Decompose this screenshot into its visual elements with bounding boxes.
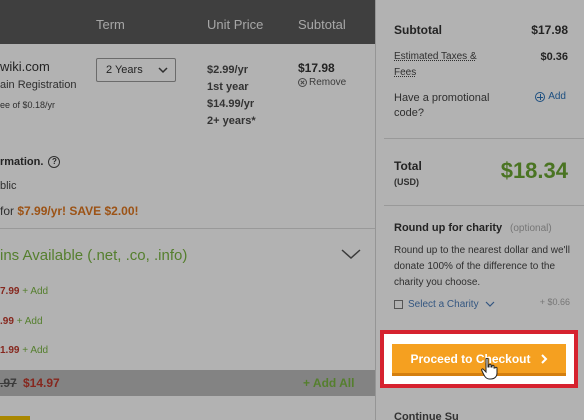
term-select[interactable]: 2 Years [96,58,176,82]
privacy-offer-promo: $7.99/yr! SAVE $2.00! [17,204,139,218]
privacy-offer-prefix: for [0,204,18,218]
alt-price: 7.99 [0,286,20,297]
list-item: 7.99 + Add [0,286,48,297]
charity-title: Round up for charity [394,222,503,234]
remove-icon [298,78,307,87]
next-section-label: Continue Su [394,411,459,420]
privacy-status: blic [0,180,17,192]
subtotal-header: Subtotal [298,17,346,32]
alt-price: 1.99 [0,345,20,356]
divider [0,228,375,229]
chevron-right-icon [540,353,547,364]
unit-price-line: 2+ years* [207,115,256,127]
unit-price-header: Unit Price [207,17,264,32]
cart-header: Term Unit Price Subtotal [0,0,375,44]
badge [0,416,30,420]
more-domains-title[interactable]: ins Available (.net, .co, .info) [0,247,187,264]
total-label: Total [394,159,422,173]
privacy-info: rmation. ? [0,156,61,168]
total-value: $18.34 [500,158,568,183]
unit-price-block: $2.99/yr 1st year $14.99/yr 2+ years* [207,62,287,130]
charity-description: Round up to the nearest dollar and we'll… [394,245,570,288]
privacy-offer: for $7.99/yr! SAVE $2.00! [0,204,139,218]
chevron-down-icon [485,301,495,307]
item-subtotal: $17.98 [298,61,335,75]
unit-price-line: 1st year [207,81,249,93]
divider [384,138,584,139]
hand-cursor-icon [481,358,498,380]
tax-label[interactable]: Estimated Taxes & Fees [394,49,498,81]
charity-select-label: Select a Charity [408,298,479,310]
remove-label: Remove [309,77,347,88]
term-header: Term [96,17,125,32]
total-currency: (USD) [394,177,419,187]
unit-price-line: $2.99/yr [207,64,248,76]
checkout-label: Proceed to Checkout [410,351,531,366]
alt-add-link[interactable]: + Add [22,286,48,297]
subtotal-value: $17.98 [531,23,568,37]
add-promo-label: Add [548,91,566,102]
cart-panel: Term Unit Price Subtotal wiki.com ain Re… [0,0,376,420]
charity-optional: (optional) [510,223,552,234]
tax-value: $0.36 [540,51,568,63]
sale-price: $14.97 [23,376,60,390]
privacy-label: rmation. [0,156,44,168]
alt-price: .99 [0,316,14,327]
unit-price-line: $14.99/yr [207,98,255,110]
chevron-down-icon[interactable] [340,246,362,262]
remove-link[interactable]: Remove [298,77,346,88]
domain-fee: ee of $0.18/yr [0,100,56,110]
charity-checkbox[interactable] [394,299,403,309]
add-all-button[interactable]: + Add All [303,376,354,390]
chevron-down-icon [158,67,168,74]
subtotal-label: Subtotal [394,23,442,37]
alt-add-link[interactable]: + Add [22,345,48,356]
help-icon[interactable]: ? [48,156,61,168]
alt-add-link[interactable]: + Add [17,316,43,327]
list-item: .99 + Add [0,316,43,327]
list-item: 1.99 + Add [0,345,48,356]
term-select-value: 2 Years [106,64,143,76]
divider [384,205,584,206]
domain-type: ain Registration [0,79,77,91]
promo-label: Have a promotional code? [394,92,490,119]
add-promo-button[interactable]: Add [535,91,566,102]
plus-circle-icon [535,91,546,102]
charity-amount: + $0.66 [539,297,570,307]
add-all-bar: .97 $14.97 + Add All [0,370,375,396]
domain-name: wiki.com [0,59,50,74]
proceed-to-checkout-button[interactable]: Proceed to Checkout [392,344,566,376]
original-price: .97 [0,376,17,390]
